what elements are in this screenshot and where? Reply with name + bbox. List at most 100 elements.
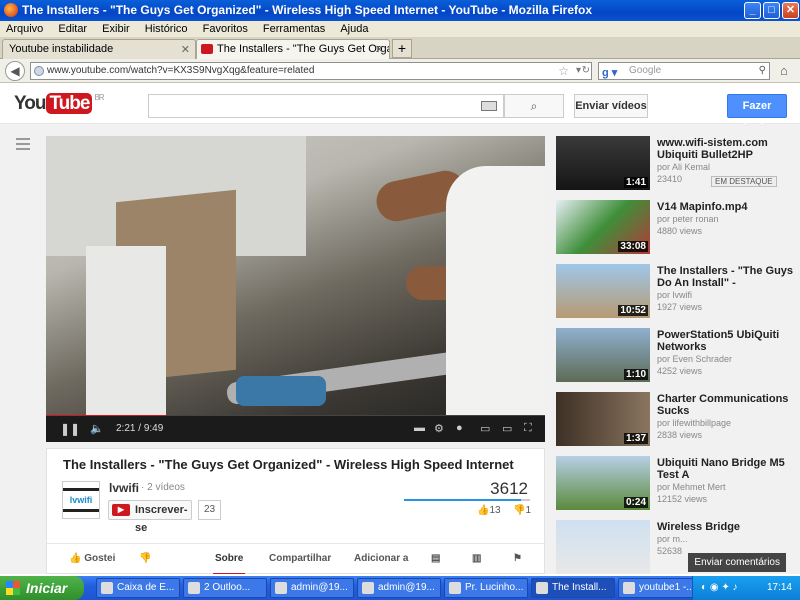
channel-name[interactable]: lvwifi xyxy=(109,481,139,495)
volume-icon[interactable]: 🔈 xyxy=(90,422,104,435)
window-titlebar[interactable]: The Installers - "The Guys Get Organized… xyxy=(0,0,800,21)
maximize-button[interactable]: □ xyxy=(763,2,780,19)
back-button[interactable]: ◀ xyxy=(5,61,25,81)
related-video[interactable]: 10:52 The Installers - "The Guys Do An I… xyxy=(556,264,796,320)
like-count[interactable]: 👍13 xyxy=(477,505,501,516)
tab-youtube-instabilidade[interactable]: Youtube instabilidade ✕ xyxy=(2,39,196,59)
related-author[interactable]: por lifewithbillpage xyxy=(657,418,731,428)
menu-historico[interactable]: Histórico xyxy=(145,23,188,35)
menu-ferramentas[interactable]: Ferramentas xyxy=(263,23,325,35)
related-video[interactable]: 1:41 www.wifi-sistem.com Ubiquiti Bullet… xyxy=(556,136,796,192)
related-author[interactable]: por Even Schrader xyxy=(657,354,732,364)
menu-editar[interactable]: Editar xyxy=(58,23,87,35)
guide-menu-icon[interactable] xyxy=(16,138,30,150)
taskbar-item[interactable]: 2 Outloo... xyxy=(183,578,267,598)
tab-label: Youtube instabilidade xyxy=(9,43,114,55)
related-title[interactable]: Charter Communications Sucks xyxy=(657,393,795,417)
tab-share[interactable]: Compartilhar xyxy=(269,553,331,564)
search-engine-box[interactable]: g ▾ Google ⚲ xyxy=(598,62,770,80)
bookmark-star-icon[interactable]: ☆ xyxy=(558,63,569,79)
taskbar-item[interactable]: Pr. Lucinho... xyxy=(444,578,528,598)
tab-the-installers[interactable]: The Installers - "The Guys Get Organized… xyxy=(196,39,390,59)
feedback-button[interactable]: Enviar comentários xyxy=(688,553,786,572)
url-bar[interactable]: www.youtube.com/watch?v=KX3S9NvgXqg&feat… xyxy=(30,62,592,80)
related-title[interactable]: The Installers - "The Guys Do An Install… xyxy=(657,265,795,289)
video-thumbnail[interactable]: 33:08 xyxy=(556,200,650,254)
related-title[interactable]: Ubiquiti Nano Bridge M5 Test A xyxy=(657,457,795,481)
menu-exibir[interactable]: Exibir xyxy=(102,23,130,35)
tab-close-icon[interactable]: ✕ xyxy=(375,43,384,56)
channel-avatar[interactable]: lvwifi xyxy=(62,481,100,519)
video-player[interactable]: ❚❚ 🔈 2:21 / 9:49 ▬ ⚙ ● ▭ ▭ ⛶ xyxy=(46,136,545,442)
taskbar-item[interactable]: Caixa de E... xyxy=(96,578,180,598)
related-title[interactable]: PowerStation5 UbiQuiti Networks xyxy=(657,329,795,353)
video-duration: 10:52 xyxy=(618,305,648,316)
minimize-button[interactable]: _ xyxy=(744,2,761,19)
transcript-icon[interactable]: ▤ xyxy=(431,553,440,564)
chevron-down-icon[interactable]: ▾ xyxy=(576,63,581,79)
clock[interactable]: 17:14 xyxy=(767,576,792,600)
tab-about[interactable]: Sobre xyxy=(212,553,246,574)
related-video[interactable]: 1:37 Charter Communications Sucks por li… xyxy=(556,392,796,448)
related-author[interactable]: por m... xyxy=(657,534,688,544)
taskbar-item[interactable]: The Install... xyxy=(531,578,615,598)
search-button[interactable]: ⌕ xyxy=(504,94,564,118)
home-icon[interactable]: ⌂ xyxy=(780,63,788,78)
tab-close-icon[interactable]: ✕ xyxy=(181,43,190,56)
fullscreen-icon[interactable]: ⛶ xyxy=(524,422,532,435)
video-title: The Installers - "The Guys Get Organized… xyxy=(63,457,514,472)
subscriber-count: 23 xyxy=(198,500,222,520)
taskbar-label: Caixa de E... xyxy=(117,582,175,593)
taskbar-item[interactable]: admin@19... xyxy=(357,578,441,598)
like-button[interactable]: 👍 Gostei xyxy=(69,553,115,564)
keyboard-icon[interactable] xyxy=(481,101,497,111)
related-title[interactable]: V14 Mapinfo.mp4 xyxy=(657,201,795,213)
close-button[interactable]: ✕ xyxy=(782,2,799,19)
gear-icon[interactable]: ⚙ xyxy=(434,422,444,435)
video-thumbnail[interactable]: 10:52 xyxy=(556,264,650,318)
reload-icon[interactable]: ↻ xyxy=(582,63,590,79)
related-title[interactable]: Wireless Bridge xyxy=(657,521,795,533)
menu-arquivo[interactable]: Arquivo xyxy=(6,23,43,35)
taskbar-item[interactable]: youtube1 -... xyxy=(618,578,696,598)
info-icon[interactable]: ● xyxy=(456,422,463,434)
related-title[interactable]: www.wifi-sistem.com Ubiquiti Bullet2HP xyxy=(657,137,795,161)
video-frame[interactable] xyxy=(46,136,545,416)
stats-icon[interactable]: ▥ xyxy=(472,553,481,564)
login-button[interactable]: Fazer login xyxy=(727,94,787,134)
captions-icon[interactable]: ▬ xyxy=(414,422,425,434)
video-thumbnail[interactable]: 1:41 xyxy=(556,136,650,190)
dislike-count[interactable]: 👎1 xyxy=(513,505,531,516)
related-author[interactable]: por Mehmet Mert xyxy=(657,482,726,492)
taskbar-item[interactable]: admin@19... xyxy=(270,578,354,598)
related-author[interactable]: por lvwifi xyxy=(657,290,692,300)
video-thumbnail[interactable]: 0:24 xyxy=(556,456,650,510)
related-author[interactable]: por peter ronan xyxy=(657,214,719,224)
search-icon[interactable]: ⚲ xyxy=(759,63,766,79)
related-video[interactable]: 33:08 V14 Mapinfo.mp4 por peter ronan 48… xyxy=(556,200,796,256)
video-duration: 1:10 xyxy=(623,369,648,380)
video-thumbnail[interactable]: 1:10 xyxy=(556,328,650,382)
tab-add-to[interactable]: Adicionar a xyxy=(354,553,408,564)
related-video[interactable]: 0:24 Ubiquiti Nano Bridge M5 Test A por … xyxy=(556,456,796,512)
channel-video-count[interactable]: · 2 vídeos xyxy=(141,482,185,493)
pause-icon[interactable]: ❚❚ xyxy=(60,422,80,436)
flag-icon[interactable]: ⚑ xyxy=(513,553,522,564)
related-author[interactable]: por Ali Kemal xyxy=(657,162,710,172)
video-thumbnail[interactable]: 1:37 xyxy=(556,392,650,446)
youtube-logo[interactable]: You Tube BR xyxy=(14,93,105,115)
small-player-icon[interactable]: ▭ xyxy=(480,422,490,435)
dislike-button[interactable]: 👎 xyxy=(139,553,151,564)
related-video[interactable]: 1:10 PowerStation5 UbiQuiti Networks por… xyxy=(556,328,796,384)
video-thumbnail[interactable] xyxy=(556,520,650,574)
new-tab-button[interactable]: + xyxy=(392,39,412,58)
subscribe-button[interactable]: ▶ Inscrever-se xyxy=(108,500,192,534)
large-player-icon[interactable]: ▭ xyxy=(502,422,512,435)
upload-button[interactable]: Enviar vídeos xyxy=(574,94,648,118)
start-button[interactable]: Iniciar xyxy=(0,576,84,600)
view-count: 3612 xyxy=(490,479,528,498)
tray-icons[interactable]: ◐ ◉ ✦ ♪ xyxy=(701,576,737,600)
menu-favoritos[interactable]: Favoritos xyxy=(203,23,248,35)
menu-ajuda[interactable]: Ajuda xyxy=(340,23,368,35)
search-input[interactable] xyxy=(148,94,504,118)
